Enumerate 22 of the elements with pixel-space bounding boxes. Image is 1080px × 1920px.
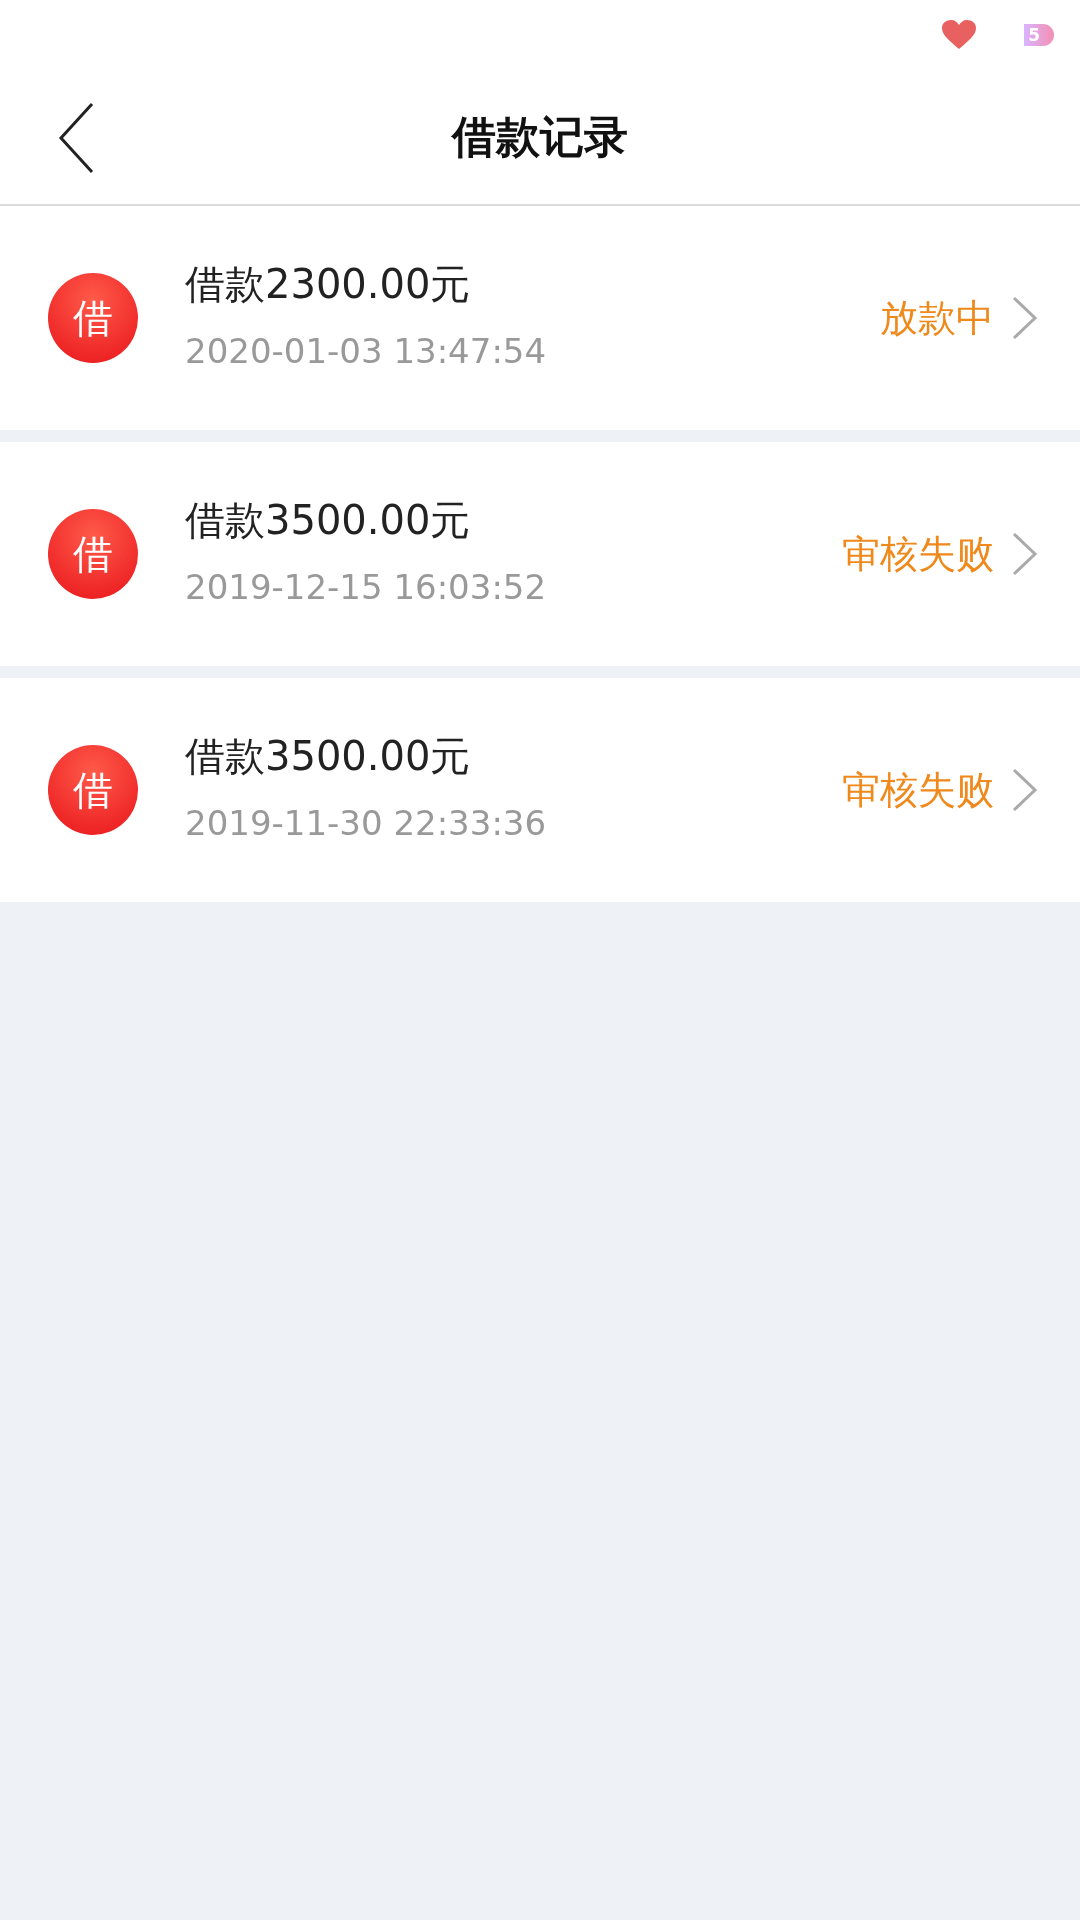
chevron-icon — [1012, 768, 1038, 812]
loan-amount: 借款2300.00元 — [185, 259, 471, 308]
loan-status: 审核失败 — [842, 530, 994, 578]
record-row[interactable]: 借 借款2300.00元 2020-01-03 13:47:54 放款中 — [0, 206, 1080, 430]
loan-amount: 借款3500.00元 — [185, 731, 471, 780]
loan-status: 放款中 — [880, 294, 994, 342]
page-title: 借款记录 — [452, 110, 628, 164]
record-row[interactable]: 借 借款3500.00元 2019-11-30 22:33:36 审核失败 — [0, 678, 1080, 902]
loan-icon: 借 — [48, 509, 138, 599]
loan-time: 2019-11-30 22:33:36 — [185, 801, 547, 845]
loan-amount: 借款3500.00元 — [185, 495, 471, 544]
loan-status: 审核失败 — [842, 766, 994, 814]
loan-icon: 借 — [48, 273, 138, 363]
chevron-icon — [1012, 532, 1038, 576]
loan-time: 2020-01-03 13:47:54 — [185, 329, 547, 373]
battery-indicator: 5 — [1024, 24, 1054, 46]
record-row[interactable]: 借 借款3500.00元 2019-12-15 16:03:52 审核失败 — [0, 442, 1080, 666]
loan-time: 2019-12-15 16:03:52 — [185, 565, 547, 609]
chevron-icon — [1012, 296, 1038, 340]
heart-icon — [942, 20, 977, 50]
loan-icon: 借 — [48, 745, 138, 835]
back-icon[interactable] — [58, 102, 94, 174]
